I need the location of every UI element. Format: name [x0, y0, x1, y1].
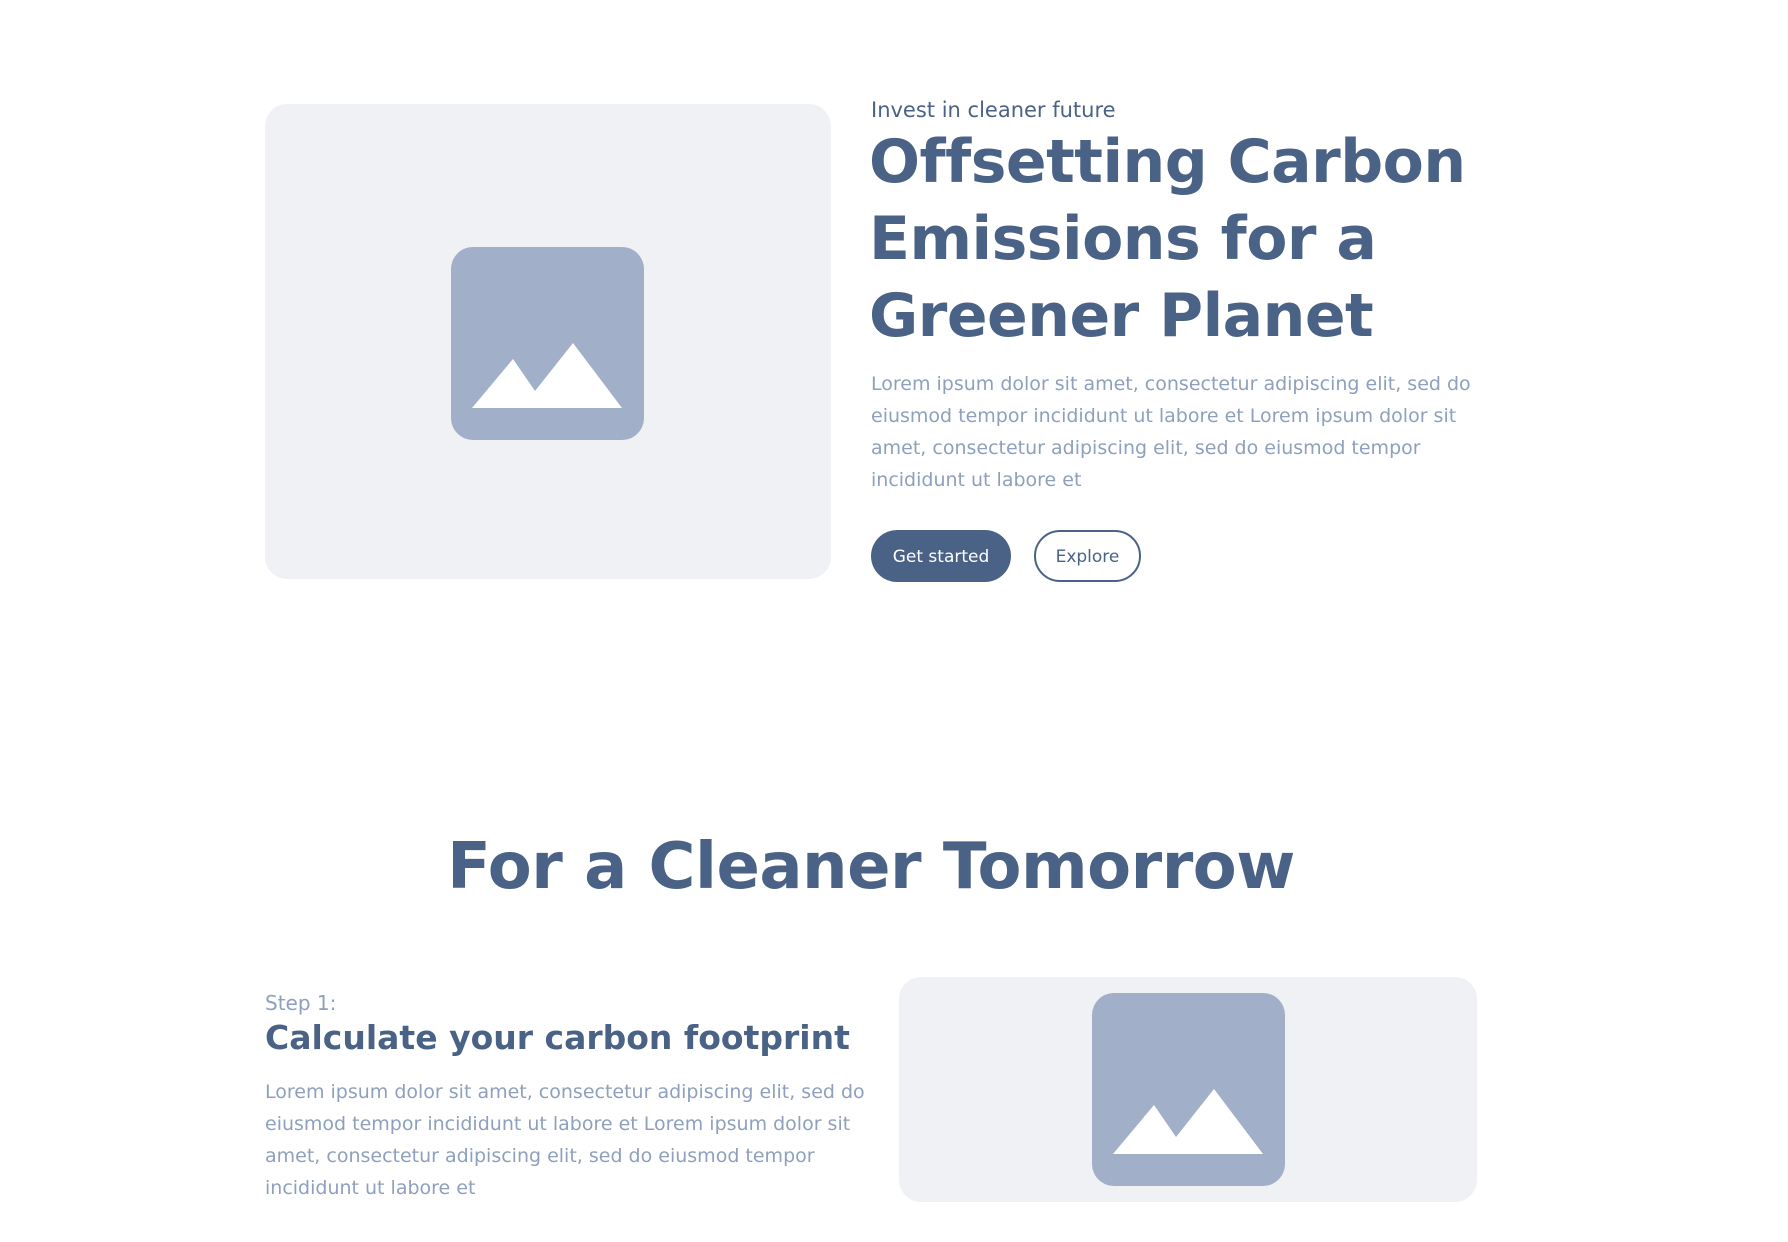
section-title: For a Cleaner Tomorrow — [447, 830, 1295, 904]
explore-button[interactable]: Explore — [1034, 530, 1141, 582]
hero-eyebrow: Invest in cleaner future — [871, 98, 1116, 122]
hero-image — [265, 104, 831, 579]
image-placeholder-icon — [451, 247, 644, 440]
hero-title: Offsetting Carbon Emissions for a Greene… — [869, 127, 1466, 351]
get-started-button[interactable]: Get started — [871, 530, 1011, 582]
step-image — [899, 977, 1477, 1202]
step-label: Step 1: — [265, 991, 337, 1015]
image-placeholder-icon — [1092, 993, 1285, 1186]
hero-description: Lorem ipsum dolor sit amet, consectetur … — [871, 373, 1471, 491]
step-title: Calculate your carbon footprint — [265, 1018, 850, 1057]
step-description: Lorem ipsum dolor sit amet, consectetur … — [265, 1081, 865, 1199]
